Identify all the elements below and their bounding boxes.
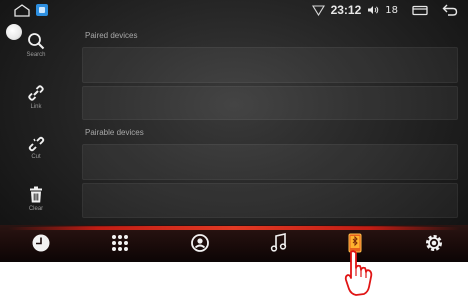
sidebar-label-cut: Cut [31, 154, 41, 160]
back-icon[interactable] [442, 4, 458, 16]
settings-icon [426, 235, 442, 251]
paired-device-slot[interactable] [82, 86, 458, 120]
bluetooth-sidebar: Search Link Cut Clear [0, 22, 72, 222]
dock-settings-button[interactable] [423, 232, 445, 254]
sidebar-label-clear: Clear [28, 206, 44, 212]
status-bar: 23:12 18 [0, 0, 468, 22]
sidebar-label-link: Link [30, 104, 42, 110]
unlink-icon [28, 136, 45, 152]
sidebar-item-search[interactable]: Search [0, 26, 72, 74]
sidebar-item-clear[interactable]: Clear [0, 180, 72, 228]
apps-grid-icon [112, 235, 128, 251]
home-outline-icon[interactable] [14, 4, 30, 17]
sidebar-label-search: Search [26, 52, 46, 58]
dock-apps-button[interactable] [109, 232, 131, 254]
clock-icon [32, 234, 50, 252]
paired-devices-label: Paired devices [85, 31, 138, 40]
trash-icon [30, 186, 42, 203]
head-unit-screen: 23:12 18 Search Link Cut Clear Paired de… [0, 0, 468, 262]
sidebar-item-cut[interactable]: Cut [0, 128, 72, 176]
app-notification-icon[interactable] [36, 4, 48, 16]
volume-icon[interactable] [367, 5, 379, 15]
dock-accent-glow [8, 226, 460, 230]
pairable-device-slot[interactable] [82, 144, 458, 180]
wifi-icon [311, 4, 325, 16]
pairable-device-slot[interactable] [82, 183, 458, 218]
clock-time: 23:12 [330, 3, 362, 17]
sidebar-item-link[interactable]: Link [0, 78, 72, 126]
music-icon [270, 233, 287, 252]
window-switch-icon[interactable] [412, 5, 428, 16]
volume-level: 18 [385, 4, 398, 16]
radio-icon [191, 234, 209, 252]
link-icon [28, 85, 44, 101]
pointing-hand-icon [344, 250, 373, 296]
dock-clock-button[interactable] [30, 232, 52, 254]
pairable-devices-label: Pairable devices [85, 128, 144, 137]
bottom-dock [0, 225, 468, 262]
search-icon [28, 33, 45, 50]
paired-device-slot[interactable] [82, 47, 458, 83]
dock-music-button[interactable] [268, 232, 290, 254]
devices-panel: Paired devices Pairable devices [82, 22, 460, 222]
dock-radio-button[interactable] [189, 232, 211, 254]
